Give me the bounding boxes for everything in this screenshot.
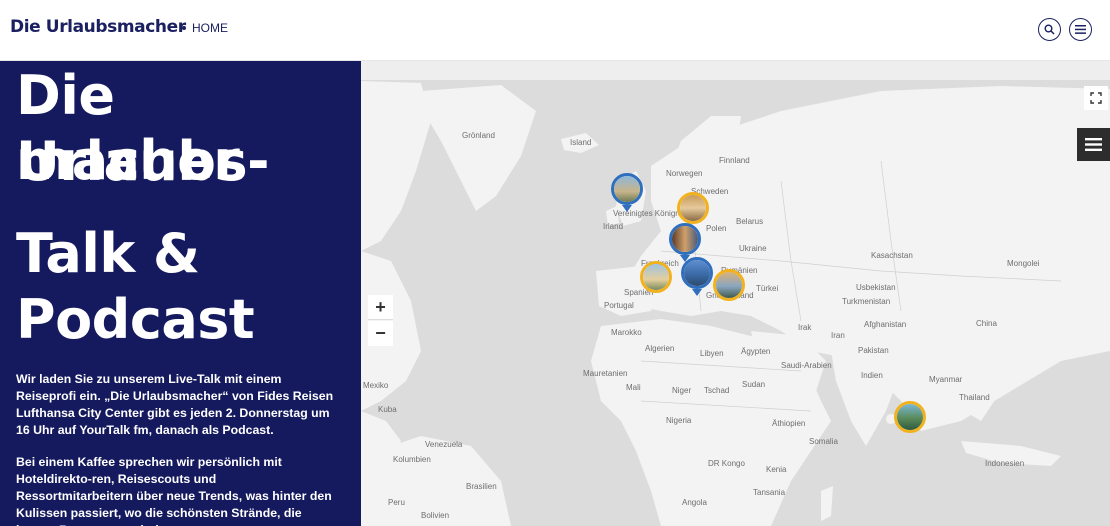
brand-logo[interactable]: Die Urlaubsmacher (10, 17, 186, 37)
map-label: DR Kongo (708, 459, 745, 468)
map-label: Saudi-Arabien (781, 361, 832, 370)
map-label: Angola (682, 498, 707, 507)
map-label: Libyen (700, 349, 724, 358)
menu-button[interactable] (1069, 18, 1092, 41)
map-marker[interactable] (640, 261, 672, 293)
map-marker[interactable] (681, 257, 713, 289)
map-label: Mongolei (1007, 259, 1040, 268)
map-label: Belarus (736, 217, 764, 226)
map-label: Mali (626, 383, 641, 392)
map-label: Indonesien (985, 459, 1025, 468)
map-label: Polen (706, 224, 727, 233)
nav-home-label: HOME (192, 21, 228, 35)
search-button[interactable] (1038, 18, 1061, 41)
map-label: China (976, 319, 997, 328)
map-label: Kolumbien (393, 455, 431, 464)
map-label: Iran (831, 331, 845, 340)
map-label: Bolivien (421, 511, 450, 520)
hamburger-menu-icon (1085, 138, 1102, 151)
plus-icon: + (375, 296, 386, 317)
hero-panel: Die Urlaubs- macher Talk & Podcast Wir l… (0, 61, 361, 526)
map-label: Usbekistan (856, 283, 896, 292)
map-label: Irak (798, 323, 812, 332)
map-label: Myanmar (929, 375, 963, 384)
map-label: Ägypten (741, 347, 771, 356)
map-label: Grönland (462, 131, 495, 140)
intro-paragraph: Wir laden Sie zu unserem Live-Talk mit e… (16, 372, 334, 437)
map-marker[interactable] (713, 269, 745, 301)
map-label: Marokko (611, 328, 642, 337)
map-label: Mexiko (363, 381, 389, 390)
world-map[interactable]: Grönland Island Norwegen Schweden Finnla… (361, 61, 1110, 526)
map-label: Nigeria (666, 416, 692, 425)
zoom-in-button[interactable]: + (368, 295, 393, 320)
minus-icon: − (375, 323, 386, 343)
map-marker[interactable] (669, 223, 701, 255)
map-label: Türkei (756, 284, 779, 293)
map-label: Kenia (766, 465, 787, 474)
map-label: Portugal (604, 301, 634, 310)
map-label: Sudan (742, 380, 766, 389)
bullet-icon (182, 25, 186, 30)
map-menu-button[interactable] (1077, 128, 1110, 161)
map-label: Afghanistan (864, 320, 907, 329)
map-label: Indien (861, 371, 883, 380)
map-label: Brasilien (466, 482, 497, 491)
map-label: Island (570, 138, 592, 147)
search-icon (1044, 24, 1055, 35)
site-header: Die Urlaubsmacher HOME (0, 0, 1110, 61)
map-label: Irland (603, 222, 624, 231)
map-label: Tschad (704, 386, 730, 395)
fullscreen-button[interactable] (1084, 86, 1108, 110)
map-label: Turkmenistan (842, 297, 891, 306)
map-label: Somalia (809, 437, 838, 446)
map-label: Kuba (378, 405, 397, 414)
map-label: Peru (388, 498, 405, 507)
map-marker[interactable] (894, 401, 926, 433)
zoom-out-button[interactable]: − (368, 321, 393, 346)
map-marker[interactable] (677, 192, 709, 224)
map-label: Niger (672, 386, 692, 395)
map-label: Algerien (645, 344, 675, 353)
fullscreen-icon (1090, 92, 1102, 104)
map-label: Pakistan (858, 346, 889, 355)
map-label: Venezuela (425, 440, 463, 449)
map-marker[interactable] (611, 173, 643, 205)
map-label: Mauretanien (583, 369, 628, 378)
hamburger-menu-icon (1075, 25, 1086, 34)
hero-subtitle-line: Talk & (16, 222, 200, 285)
map-label: Kasachstan (871, 251, 913, 260)
marker-pin-tail (622, 205, 632, 212)
hero-subtitle-line: Podcast (16, 288, 255, 351)
map-label: Thailand (959, 393, 990, 402)
description-paragraph: Bei einem Kaffee sprechen wir persönlich… (16, 455, 332, 526)
map-label: Norwegen (666, 169, 703, 178)
map-label: Finnland (719, 156, 750, 165)
marker-pin-tail (692, 289, 702, 296)
nav-home-link[interactable]: HOME (182, 21, 228, 35)
hero-title-line: macher (16, 129, 240, 192)
map-label: Tansania (753, 488, 786, 497)
map-label: Äthiopien (772, 419, 806, 428)
map-label: Ukraine (739, 244, 767, 253)
